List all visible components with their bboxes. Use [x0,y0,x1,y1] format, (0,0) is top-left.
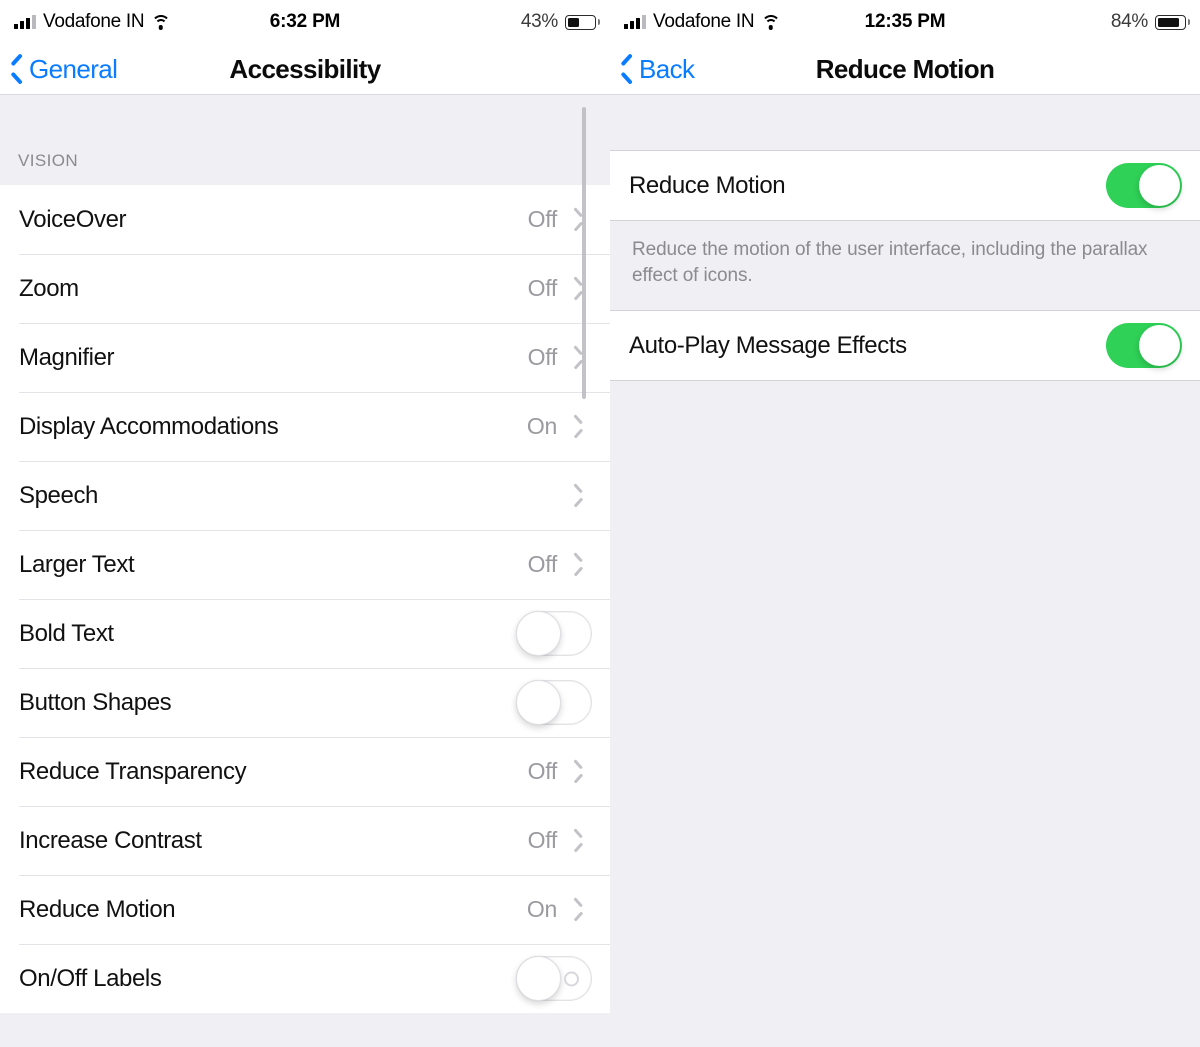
row-label: VoiceOver [19,205,127,233]
row-larger-text[interactable]: Larger Text Off [0,530,610,599]
chevron-right-icon [573,831,584,851]
row-increase-contrast[interactable]: Increase Contrast Off [0,806,610,875]
status-bar-right: 43% [520,11,600,33]
row-label: Reduce Motion [19,895,176,923]
page-title: Reduce Motion [815,53,995,84]
dual-screenshot-container: Vodafone IN 6:32 PM 43% General Accessib… [0,0,1200,1047]
row-label: Reduce Transparency [19,757,247,785]
reduce-motion-footnote: Reduce the motion of the user interface,… [610,221,1200,311]
list-bottom-spacer [0,1013,610,1047]
row-label: Increase Contrast [19,826,202,854]
row-value: Off [527,758,558,784]
row-voiceover[interactable]: VoiceOver Off [0,185,610,254]
auto-play-message-effects-toggle[interactable] [1106,323,1182,369]
chevron-right-icon [573,486,584,506]
clock-label: 6:32 PM [269,11,341,32]
chevron-right-icon [573,762,584,782]
section-header-vision: VISION [0,95,610,185]
row-display-accommodations[interactable]: Display Accommodations On [0,392,610,461]
vertical-scrollbar[interactable] [582,107,586,399]
status-bar: Vodafone IN 6:32 PM 43% [0,0,610,44]
reduce-motion-list: Reduce Motion Reduce the motion of the u… [610,95,1200,1047]
row-value: Off [527,206,558,232]
toggle-knob [516,956,561,1001]
row-label: Larger Text [19,550,135,578]
row-reduce-motion[interactable]: Reduce Motion [610,151,1200,220]
row-speech[interactable]: Speech [0,461,610,530]
battery-icon [565,14,600,30]
navigation-bar: Back Reduce Motion [610,44,1200,95]
page-title: Accessibility [229,53,381,84]
row-magnifier[interactable]: Magnifier Off [0,323,610,392]
toggle-switch[interactable] [516,680,592,725]
row-value: On [526,896,557,922]
off-label-circle-icon [564,971,579,986]
row-button-shapes[interactable]: Button Shapes [0,668,610,737]
row-label: Auto-Play Message Effects [629,331,907,359]
toggle-knob [516,680,561,725]
reduce-motion-toggle[interactable] [1106,163,1182,208]
row-label: Speech [19,481,98,509]
navigation-bar: General Accessibility [0,44,610,95]
row-reduce-motion[interactable]: Reduce Motion On [0,875,610,944]
row-label: Zoom [19,274,79,302]
row-bold-text[interactable]: Bold Text [0,599,610,668]
toggle-knob [516,611,561,656]
row-value: Off [527,275,558,301]
bottom-spacer [610,381,1200,1002]
reduce-motion-screen: Vodafone IN 12:35 PM 84% Back Reduce Mot… [610,0,1200,1047]
row-auto-play-message-effects[interactable]: Auto-Play Message Effects [610,311,1200,381]
chevron-right-icon [573,900,584,920]
auto-play-group: Auto-Play Message Effects [610,310,1200,382]
section-header-label: VISION [18,151,79,170]
row-label: On/Off Labels [19,964,162,992]
status-bar-right: 84% [1110,11,1190,33]
status-bar: Vodafone IN 12:35 PM 84% [610,0,1200,44]
row-value: Off [527,344,558,370]
row-zoom[interactable]: Zoom Off [0,254,610,323]
row-value: On [526,413,557,439]
battery-icon [1155,14,1190,30]
row-value: Off [527,551,558,577]
footnote-text: Reduce the motion of the user interface,… [632,239,1148,286]
battery-percent-label: 84% [1110,11,1148,32]
top-spacer [610,95,1200,150]
row-label: Magnifier [19,343,115,371]
toggle-switch[interactable] [516,611,592,656]
reduce-motion-group: Reduce Motion [610,150,1200,221]
toggle-switch[interactable] [516,956,592,1001]
accessibility-screen: Vodafone IN 6:32 PM 43% General Accessib… [0,0,610,1047]
settings-list[interactable]: VISION VoiceOver Off Zoom Off Magnifier Off Di… [0,95,610,1047]
row-label: Display Accommodations [19,412,279,440]
vision-settings-group: VoiceOver Off Zoom Off Magnifier Off Display A… [0,185,610,1013]
battery-percent-label: 43% [520,11,558,32]
row-label: Button Shapes [19,688,172,716]
row-label: Reduce Motion [629,171,786,199]
row-value: Off [527,827,558,853]
row-on-off-labels[interactable]: On/Off Labels [0,944,610,1013]
row-label: Bold Text [19,619,114,647]
row-reduce-transparency[interactable]: Reduce Transparency Off [0,737,610,806]
chevron-right-icon [573,555,584,575]
chevron-right-icon [573,417,584,437]
